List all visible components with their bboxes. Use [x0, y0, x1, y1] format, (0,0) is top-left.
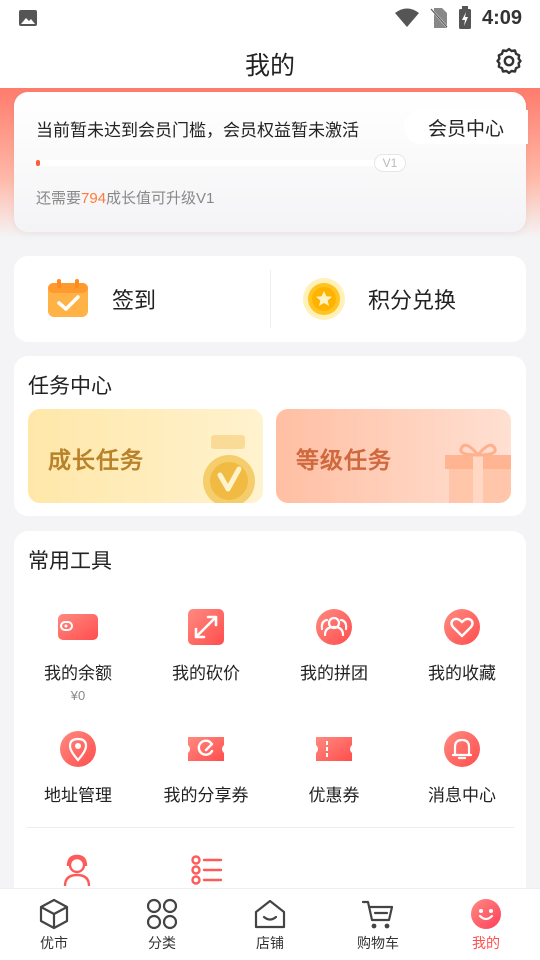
- task-center-card: 任务中心 成长任务 等级任务: [14, 356, 526, 516]
- level-badge: V1: [374, 154, 406, 172]
- upgrade-suffix: 成长值可升级V1: [106, 190, 215, 207]
- common-tools-card: 常用工具 我的余额 ¥0 我的砍价 我的拼团 我的收藏 地址管理 我的分享券 优…: [14, 531, 526, 901]
- checkin-label: 签到: [112, 288, 157, 313]
- store-icon: [254, 899, 286, 929]
- calendar-check-icon: [48, 279, 88, 317]
- status-bar: 4:09: [0, 0, 540, 36]
- upgrade-hint: 还需要794成长值可升级V1: [36, 187, 214, 208]
- group-buy-icon: [316, 609, 352, 645]
- tab-store[interactable]: 店铺: [216, 897, 324, 953]
- member-card: 当前暂未达到会员门槛，会员权益暂未激活 会员中心 V1 还需要794成长值可升级…: [14, 92, 528, 232]
- tab-mine[interactable]: 我的: [432, 897, 540, 953]
- tool-group-buy[interactable]: 我的拼团: [270, 607, 398, 684]
- heart-icon: [444, 609, 480, 645]
- tab-youshi-label: 优市: [40, 935, 68, 951]
- tool-address-label: 地址管理: [44, 786, 112, 805]
- tools-divider: [26, 827, 514, 828]
- share-coupon-icon: [188, 737, 224, 761]
- balance-amount: ¥0: [70, 688, 86, 703]
- points-exchange-label: 积分兑换: [368, 288, 457, 313]
- title-bar: 我的: [0, 36, 540, 88]
- member-status-message: 当前暂未达到会员门槛，会员权益暂未激活: [36, 121, 359, 140]
- upgrade-value: 794: [81, 190, 107, 207]
- battery-icon: [458, 6, 471, 29]
- bottom-tab-bar: 优市 分类 店铺 购物车 我的: [0, 888, 540, 960]
- box-icon: [39, 898, 69, 930]
- member-center-button[interactable]: 会员中心: [404, 110, 528, 144]
- tool-coupons[interactable]: 优惠券: [270, 729, 398, 806]
- tool-favorites[interactable]: 我的收藏: [398, 607, 526, 684]
- cart-icon: [361, 900, 394, 929]
- level-task-label: 等级任务: [296, 447, 392, 473]
- settings-gear-icon[interactable]: [494, 46, 524, 76]
- growth-task-label: 成长任务: [48, 447, 144, 473]
- tool-bargain-label: 我的砍价: [172, 664, 240, 683]
- tool-group-buy-label: 我的拼团: [300, 664, 368, 683]
- tab-cart[interactable]: 购物车: [324, 897, 432, 953]
- profile-icon: [471, 899, 501, 929]
- coin-star-icon: [303, 278, 345, 320]
- bargain-icon: [188, 609, 224, 645]
- tool-balance[interactable]: 我的余额 ¥0: [14, 607, 142, 703]
- growth-progress-bar: [36, 160, 376, 166]
- task-center-title: 任务中心: [28, 375, 112, 398]
- wallet-icon: [58, 614, 98, 640]
- tool-messages[interactable]: 消息中心: [398, 729, 526, 806]
- tool-share-coupon[interactable]: 我的分享券: [142, 729, 270, 806]
- tool-messages-label: 消息中心: [428, 786, 496, 805]
- page-title: 我的: [244, 52, 295, 80]
- status-time: 4:09: [481, 6, 522, 29]
- tab-youshi[interactable]: 优市: [0, 897, 108, 953]
- checkin-button[interactable]: 签到: [46, 256, 156, 342]
- tab-cart-label: 购物车: [357, 935, 399, 951]
- medal-icon: [203, 435, 255, 503]
- common-tools-title: 常用工具: [28, 550, 112, 573]
- image-notification-icon: [19, 10, 37, 26]
- no-sim-icon: [430, 8, 448, 28]
- tab-category[interactable]: 分类: [108, 897, 216, 953]
- tab-store-label: 店铺: [256, 935, 284, 951]
- bell-icon: [444, 731, 480, 767]
- gift-icon: [445, 443, 511, 503]
- location-icon: [60, 731, 96, 767]
- tab-mine-label: 我的: [472, 935, 500, 951]
- tab-category-label: 分类: [148, 935, 176, 951]
- quick-actions-card: 签到 积分兑换: [14, 256, 526, 342]
- tool-coupons-label: 优惠券: [308, 786, 360, 805]
- growth-progress-fill: [36, 160, 40, 166]
- upgrade-prefix: 还需要: [36, 190, 82, 207]
- customer-service-icon[interactable]: [60, 853, 94, 887]
- tool-balance-label: 我的余额: [44, 664, 112, 683]
- quick-divider: [270, 270, 271, 328]
- category-icon: [146, 898, 178, 930]
- tool-share-coupon-label: 我的分享券: [163, 786, 249, 805]
- coupon-icon: [316, 737, 352, 761]
- tool-favorites-label: 我的收藏: [428, 664, 496, 683]
- points-exchange-button[interactable]: 积分兑换: [302, 256, 456, 342]
- wifi-icon: [394, 8, 419, 27]
- growth-task-button[interactable]: 成长任务: [28, 409, 263, 503]
- level-task-button[interactable]: 等级任务: [276, 409, 511, 503]
- list-icon[interactable]: [190, 853, 224, 887]
- tool-address[interactable]: 地址管理: [14, 729, 142, 806]
- tool-bargain[interactable]: 我的砍价: [142, 607, 270, 684]
